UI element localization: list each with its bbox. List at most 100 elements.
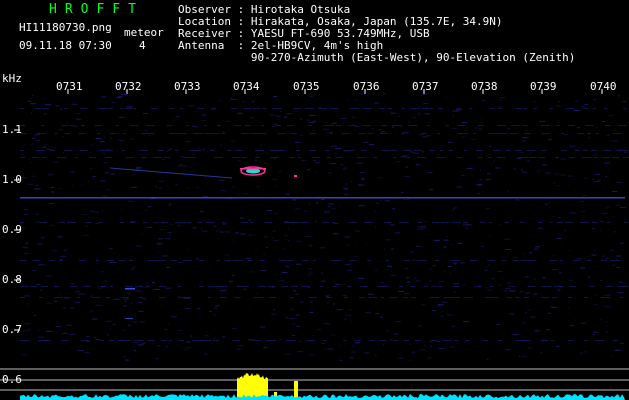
noise-line: [59, 260, 63, 261]
noise-line: [254, 297, 264, 298]
noise-speck: [45, 104, 52, 106]
y-axis-unit: kHz: [2, 72, 22, 85]
noise-speck: [380, 316, 384, 318]
noise-speck: [232, 186, 234, 188]
noise-speck: [175, 183, 178, 185]
noise-speck: [176, 225, 181, 227]
noise-line: [592, 222, 598, 223]
noise-speck: [485, 179, 491, 181]
noise-line: [79, 260, 86, 261]
noise-speck: [297, 351, 304, 353]
noise-speck: [390, 248, 394, 250]
noise-speck: [116, 97, 122, 99]
noise-speck: [438, 347, 445, 349]
noise-line: [494, 297, 498, 298]
noise-line: [584, 340, 588, 341]
noise-line: [292, 222, 300, 223]
noise-speck: [611, 355, 614, 357]
noise-line: [604, 108, 607, 109]
noise-line: [431, 340, 437, 341]
noise-line: [510, 133, 517, 134]
noise-speck: [404, 166, 408, 168]
noise-line: [262, 108, 266, 109]
noise-speck: [463, 321, 470, 323]
noise-line: [561, 133, 564, 134]
noise-line: [290, 286, 298, 287]
noise-speck: [36, 203, 38, 205]
noise-speck: [117, 96, 123, 98]
noise-speck: [428, 189, 433, 191]
noise-speck: [551, 269, 557, 271]
noise-speck: [202, 114, 207, 116]
noise-line: [178, 286, 181, 287]
noise-speck: [568, 280, 574, 282]
noise-speck: [151, 282, 155, 284]
noise-speck: [95, 257, 99, 259]
noise-speck: [409, 343, 411, 345]
noise-speck: [394, 320, 401, 322]
noise-speck: [161, 304, 163, 306]
noise-line: [524, 108, 527, 109]
noise-line: [148, 260, 158, 261]
noise-speck: [605, 176, 608, 178]
noise-speck: [441, 301, 448, 303]
noise-line: [555, 157, 559, 158]
noise-speck: [593, 180, 599, 182]
noise-speck: [533, 278, 536, 280]
noise-speck: [560, 158, 566, 160]
noise-speck: [249, 117, 254, 119]
noise-speck: [320, 272, 323, 274]
noise-line: [32, 157, 39, 158]
noise-line: [201, 340, 211, 341]
noise-speck: [308, 272, 313, 274]
noise-line: [330, 108, 339, 109]
noise-speck: [265, 246, 268, 248]
noise-speck: [308, 268, 313, 270]
noise-speck: [124, 284, 126, 286]
noise-line: [169, 133, 178, 134]
noise-speck: [553, 182, 555, 184]
noise-speck: [398, 357, 404, 359]
noise-speck: [244, 193, 249, 195]
noise-line: [41, 286, 48, 287]
noise-line: [477, 125, 484, 126]
noise-line: [245, 125, 251, 126]
noise-speck: [273, 158, 277, 160]
noise-speck: [478, 179, 483, 181]
noise-speck: [487, 289, 493, 291]
noise-line: [623, 157, 629, 158]
noise-line: [158, 150, 164, 151]
noise-speck: [96, 287, 103, 289]
noise-speck: [242, 101, 245, 103]
noise-speck: [560, 244, 562, 246]
noise-speck: [288, 228, 290, 230]
noise-speck: [55, 326, 61, 328]
noise-line: [463, 222, 468, 223]
noise-line: [245, 286, 249, 287]
noise-speck: [38, 152, 45, 154]
noise-line: [520, 222, 525, 223]
noise-speck: [63, 152, 65, 154]
noise-speck: [25, 176, 27, 178]
noise-speck: [31, 183, 33, 185]
noise-speck: [192, 227, 196, 229]
noise-speck: [374, 269, 378, 271]
noise-speck: [382, 344, 384, 346]
noise-speck: [564, 134, 569, 136]
noise-speck: [316, 242, 318, 244]
noise-line: [406, 157, 410, 158]
noise-line: [138, 150, 148, 151]
noise-speck: [173, 119, 175, 121]
noise-speck: [36, 283, 41, 285]
noise-speck: [267, 210, 273, 212]
noise-speck: [527, 160, 530, 162]
noise-speck: [335, 148, 342, 150]
noise-speck: [529, 252, 533, 254]
noise-speck: [133, 342, 139, 344]
noise-line: [524, 133, 531, 134]
noise-line: [64, 108, 68, 109]
noise-speck: [260, 270, 266, 272]
noise-speck: [309, 203, 311, 205]
noise-speck: [165, 238, 171, 240]
noise-line: [360, 286, 367, 287]
